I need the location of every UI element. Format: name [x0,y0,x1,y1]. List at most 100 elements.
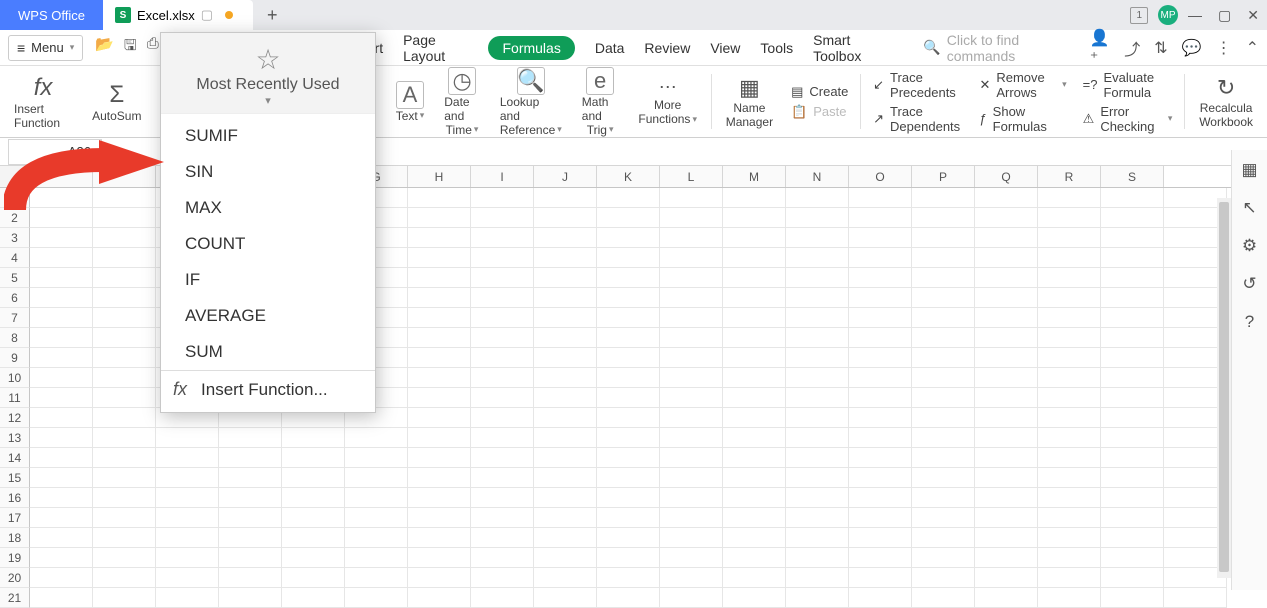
cell[interactable] [471,188,534,208]
cell[interactable] [786,448,849,468]
cell[interactable] [597,548,660,568]
row-header[interactable]: 6 [0,288,30,308]
cell[interactable] [408,568,471,588]
cell[interactable] [282,568,345,588]
cell[interactable] [156,448,219,468]
cell[interactable] [345,508,408,528]
cell[interactable] [849,268,912,288]
cell[interactable] [849,328,912,348]
cell[interactable] [849,348,912,368]
cell[interactable] [1164,588,1227,608]
comment-icon[interactable]: ▢ [201,7,213,23]
cell[interactable] [534,348,597,368]
row-header[interactable]: 10 [0,368,30,388]
cell[interactable] [597,368,660,388]
cell[interactable] [1038,588,1101,608]
cell[interactable] [219,548,282,568]
cell[interactable] [534,208,597,228]
cell[interactable] [786,188,849,208]
cell[interactable] [786,248,849,268]
cell[interactable] [534,328,597,348]
cell[interactable] [408,468,471,488]
cell[interactable] [93,328,156,348]
cell[interactable] [723,388,786,408]
tab-review[interactable]: Review [644,40,690,56]
col-header[interactable]: Q [975,166,1038,187]
cell[interactable] [408,368,471,388]
cell[interactable] [1038,368,1101,388]
app-tab[interactable]: WPS Office [0,0,103,30]
cell[interactable] [975,188,1038,208]
file-tab[interactable]: S Excel.xlsx ▢ [103,0,253,30]
user-avatar[interactable]: MP [1158,5,1178,25]
cell[interactable] [912,468,975,488]
cell[interactable] [1101,528,1164,548]
cell[interactable] [1038,528,1101,548]
cell[interactable] [912,308,975,328]
cell[interactable] [912,208,975,228]
cell[interactable] [345,568,408,588]
cell[interactable] [975,528,1038,548]
cell[interactable] [849,308,912,328]
cell[interactable] [219,428,282,448]
cell[interactable] [975,348,1038,368]
save-icon[interactable]: 🖫 [124,35,137,60]
cell[interactable] [30,548,93,568]
cell[interactable] [660,368,723,388]
cell[interactable] [597,188,660,208]
cell[interactable] [786,588,849,608]
cell[interactable] [660,468,723,488]
cell[interactable] [219,528,282,548]
col-header[interactable]: I [471,166,534,187]
cell[interactable] [219,468,282,488]
cell[interactable] [723,428,786,448]
row-header[interactable]: 19 [0,548,30,568]
cell[interactable] [471,408,534,428]
cell[interactable] [282,548,345,568]
cell[interactable] [1038,488,1101,508]
cell[interactable] [912,248,975,268]
cell[interactable] [1101,288,1164,308]
row-header[interactable]: 15 [0,468,30,488]
cell[interactable] [1038,248,1101,268]
col-header[interactable]: S [1101,166,1164,187]
upload-icon[interactable]: ⤴ [1124,36,1140,60]
cell[interactable] [912,508,975,528]
cell[interactable] [597,568,660,588]
cell[interactable] [408,548,471,568]
tab-view[interactable]: View [710,40,740,56]
cell[interactable] [660,328,723,348]
cell[interactable] [345,528,408,548]
col-header[interactable]: M [723,166,786,187]
cell[interactable] [408,328,471,348]
cell[interactable] [471,348,534,368]
cell[interactable] [345,488,408,508]
cell[interactable] [912,588,975,608]
cell[interactable] [786,388,849,408]
cell[interactable] [786,208,849,228]
cell[interactable] [30,268,93,288]
tab-data[interactable]: Data [595,40,625,56]
row-header[interactable]: 14 [0,448,30,468]
cell[interactable] [660,568,723,588]
col-header[interactable]: N [786,166,849,187]
cell[interactable] [1101,368,1164,388]
cell[interactable] [1038,408,1101,428]
dropdown-item-sumif[interactable]: SUMIF [161,118,375,154]
cell[interactable] [597,288,660,308]
cell[interactable] [471,428,534,448]
cell[interactable] [1038,308,1101,328]
cell[interactable] [471,448,534,468]
cell[interactable] [723,568,786,588]
scroll-thumb[interactable] [1219,202,1229,572]
lookup-button[interactable]: 🔍 Lookup and Reference▾ [490,66,572,137]
cell[interactable] [1038,428,1101,448]
cell[interactable] [849,588,912,608]
cell[interactable] [786,288,849,308]
history-icon[interactable]: ↺ [1242,274,1256,294]
cell[interactable] [1038,548,1101,568]
cell[interactable] [408,428,471,448]
cell[interactable] [408,248,471,268]
cell[interactable] [723,328,786,348]
cell[interactable] [912,228,975,248]
